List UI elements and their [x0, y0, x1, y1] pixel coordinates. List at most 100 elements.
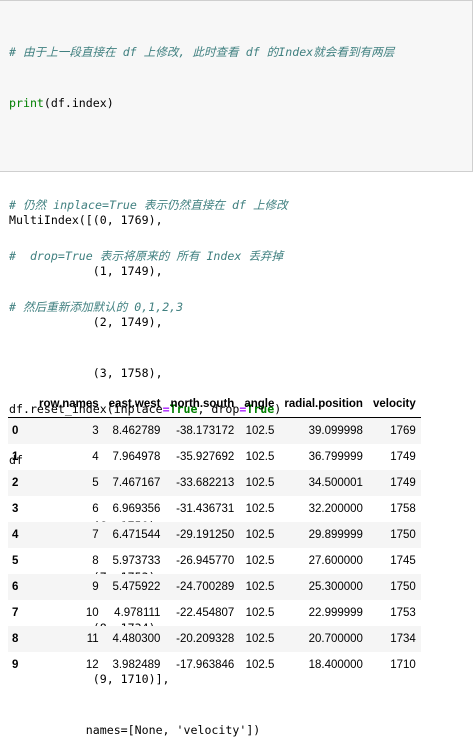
table-cell: -22.454807: [176, 607, 235, 619]
table-cell: 25.300000: [308, 581, 363, 593]
table-cell: 102.5: [245, 477, 275, 489]
table-cell: 102.5: [245, 451, 275, 463]
table-cell: 102.5: [245, 555, 275, 567]
table-header-cell: east.west: [103, 391, 166, 418]
table-cell: 29.899999: [308, 529, 363, 541]
table-cell: 39.099998: [308, 425, 363, 437]
table-row: 3 6 6.969356 -31.436731 102.5 32.200000 1758: [8, 496, 421, 522]
table-cell: 1710: [390, 659, 416, 671]
output-line: names=[None, 'velocity']): [9, 723, 261, 737]
table-cell: 102.5: [245, 503, 275, 515]
table-cell: 11: [86, 633, 99, 645]
table-header-cell: angle: [239, 391, 280, 418]
table-cell: 1753: [390, 607, 416, 619]
table-row-index: 4: [12, 529, 19, 541]
table-cell: 102.5: [245, 425, 275, 437]
table-cell: 4.480300: [112, 633, 161, 645]
table-cell: 6.471544: [112, 529, 161, 541]
table-cell: 7: [92, 529, 99, 541]
output-line: (1, 1749),: [9, 264, 163, 278]
output-line: MultiIndex([(0, 1769),: [9, 213, 163, 227]
table-row-index: 1: [12, 451, 19, 463]
table-cell: 22.999999: [308, 607, 363, 619]
table-cell: 8.462789: [112, 425, 161, 437]
table-cell: 27.600000: [308, 555, 363, 567]
output-line: (2, 1749),: [9, 315, 163, 329]
table-row: 1 4 7.964978 -35.927692 102.5 36.799999 1749: [8, 444, 421, 470]
table-cell: -24.700289: [176, 581, 235, 593]
table-cell: -31.436731: [176, 503, 235, 515]
table-row-index: 3: [12, 503, 19, 515]
table-cell: 10: [85, 607, 99, 619]
table-row: 6 9 5.475922 -24.700289 102.5 25.300000 1750: [8, 574, 421, 600]
table-cell: 3: [92, 425, 99, 437]
table-cell: 5: [92, 477, 99, 489]
table-row-index: 5: [12, 555, 19, 567]
table-row: 9 12 3.982489 -17.963846 102.5 18.400000 1710: [8, 652, 421, 678]
code-cell-input[interactable]: # 由于上一段直接在 df 上修改, 此时查看 df 的Index就会看到有两层…: [0, 0, 473, 467]
table-cell: 34.500001: [308, 477, 363, 489]
code-line-print: print(df.index): [9, 95, 394, 112]
table-header-row: row.names east.west north.south angle ra…: [8, 391, 421, 418]
table-header-cell: north.south: [165, 391, 240, 418]
table-header-cell: row.names: [34, 391, 104, 418]
table-cell: -33.682213: [176, 477, 235, 489]
table-cell: -17.963846: [176, 659, 235, 671]
table-body: 0 3 8.462789 -38.173172 102.5 39.099998 1769 1 4…: [8, 417, 421, 679]
table-cell: 1749: [390, 477, 416, 489]
table-cell: 102.5: [245, 659, 275, 671]
table-cell: 102.5: [245, 607, 275, 619]
table-cell: 7.964978: [112, 451, 161, 463]
table-row: 2 5 7.467167 -33.682213 102.5 34.500001 1749: [8, 470, 421, 496]
table-cell: 1758: [390, 503, 416, 515]
table-cell: 1745: [390, 555, 416, 567]
table-cell: 1749: [390, 451, 416, 463]
table-cell: 9: [92, 581, 99, 593]
table-cell: 18.400000: [308, 659, 363, 671]
table-cell: -38.173172: [176, 425, 235, 437]
table-cell: 5.475922: [112, 581, 161, 593]
output-line: (3, 1758),: [9, 366, 163, 380]
table-cell: 32.200000: [308, 503, 363, 515]
table-cell: 1769: [390, 425, 416, 437]
dataframe-output-table: row.names east.west north.south angle ra…: [8, 391, 421, 678]
table-cell: 102.5: [245, 581, 275, 593]
table-cell: 6.969356: [112, 503, 161, 515]
table-row: 5 8 5.973733 -26.945770 102.5 27.600000 1745: [8, 548, 421, 574]
table-cell: 1750: [390, 581, 416, 593]
table-cell: 4.978111: [114, 607, 161, 619]
table-cell: 102.5: [245, 633, 275, 645]
table-cell: 36.799999: [308, 451, 363, 463]
table-cell: -35.927692: [176, 451, 235, 463]
table-cell: 5.973733: [112, 555, 161, 567]
table-cell: 8: [92, 555, 99, 567]
code-builtin-print: print: [9, 96, 44, 110]
table-cell: 3.982489: [112, 659, 161, 671]
table-row-index: 0: [12, 425, 19, 437]
table-row-index: 2: [12, 477, 19, 489]
table-row-index: 9: [12, 659, 19, 671]
table-cell: 102.5: [245, 529, 275, 541]
table-row-index: 7: [12, 607, 19, 619]
table-row-index: 6: [12, 581, 19, 593]
table-cell: 12: [85, 659, 99, 671]
table-row: 7 10 4.978111 -22.454807 102.5 22.999999 1753: [8, 600, 421, 626]
table-cell: 7.467167: [112, 477, 161, 489]
table-header-cell: velocity: [367, 391, 421, 418]
table-header-index: [8, 391, 34, 418]
table-cell: 6: [92, 503, 99, 515]
table-cell: 1750: [390, 529, 416, 541]
table-row: 8 11 4.480300 -20.209328 102.5 20.700000 1734: [8, 626, 421, 652]
code-comment-line: # 由于上一段直接在 df 上修改, 此时查看 df 的Index就会看到有两层: [9, 45, 395, 59]
table-row-index: 8: [12, 633, 19, 645]
table-cell: -20.209328: [176, 633, 235, 645]
table-row: 0 3 8.462789 -38.173172 102.5 39.099998 1769: [8, 417, 421, 444]
table-row: 4 7 6.471544 -29.191250 102.5 29.899999 1750: [8, 522, 421, 548]
table-cell: -26.945770: [176, 555, 235, 567]
table-header-cell: radial.position: [279, 391, 368, 418]
table-cell: -29.191250: [176, 529, 235, 541]
table-cell: 20.700000: [308, 633, 363, 645]
code-text: (df.index): [43, 96, 114, 110]
table-cell: 4: [92, 451, 99, 463]
